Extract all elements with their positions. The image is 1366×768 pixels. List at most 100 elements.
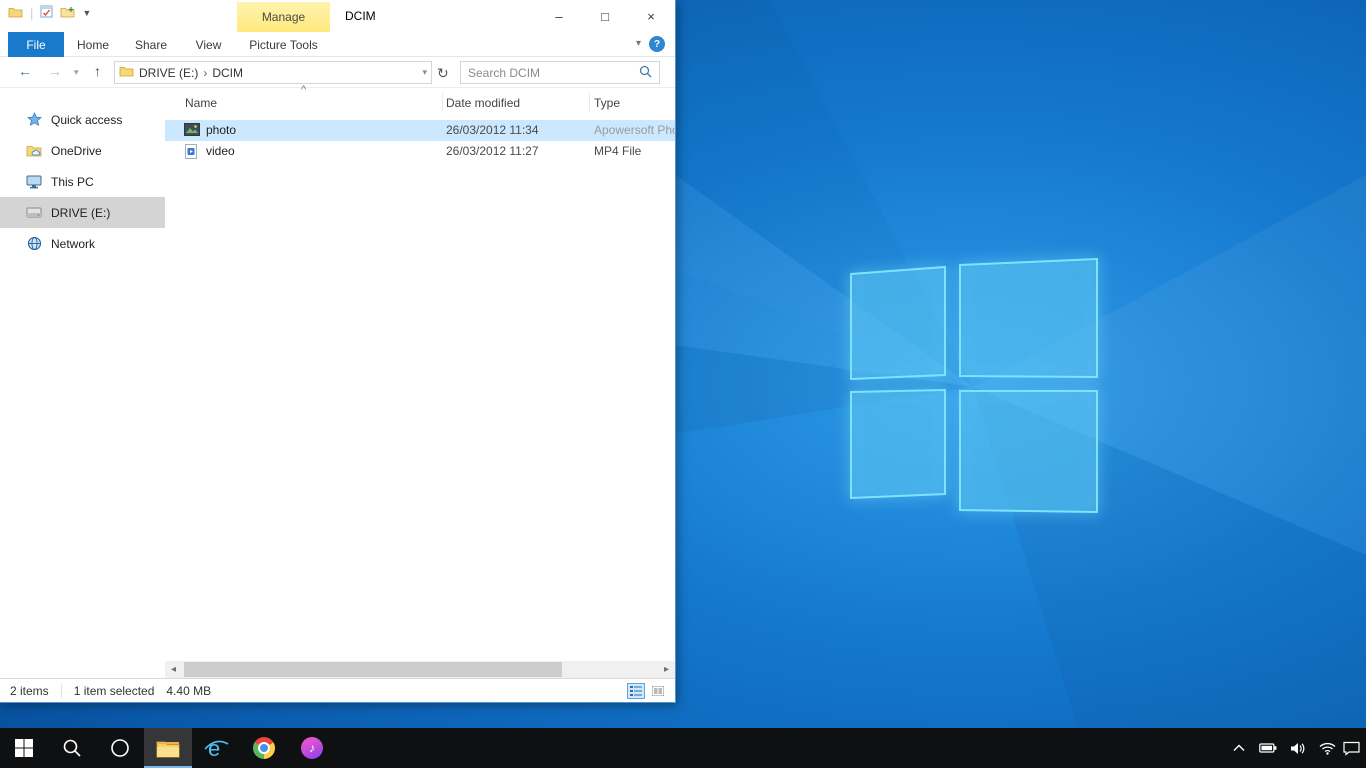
folder-icon[interactable] bbox=[8, 6, 23, 21]
taskbar-chrome-button[interactable] bbox=[240, 728, 288, 768]
network-icon bbox=[26, 236, 42, 252]
search-box[interactable] bbox=[460, 61, 660, 84]
tab-picture-tools[interactable]: Picture Tools bbox=[237, 32, 330, 57]
star-icon bbox=[26, 112, 42, 128]
window-title: DCIM bbox=[345, 9, 376, 23]
action-center-button[interactable] bbox=[1336, 728, 1366, 768]
taskbar-search-button[interactable] bbox=[48, 728, 96, 768]
tab-home[interactable]: Home bbox=[64, 32, 122, 57]
status-selected-count: 1 item selected bbox=[74, 684, 155, 698]
network-wifi-icon[interactable] bbox=[1319, 742, 1336, 755]
chrome-icon bbox=[253, 737, 275, 759]
status-item-count: 2 items bbox=[10, 684, 49, 698]
battery-icon[interactable] bbox=[1259, 743, 1277, 753]
file-explorer-window: | ▼ Manage DCIM – □ × File Home Share bbox=[0, 0, 675, 702]
file-explorer-icon bbox=[156, 739, 180, 758]
status-divider bbox=[61, 684, 62, 698]
scroll-right-icon[interactable]: ▸ bbox=[658, 664, 675, 675]
refresh-icon[interactable]: ↻ bbox=[437, 65, 449, 82]
sidebar-item-drive-e[interactable]: DRIVE (E:) bbox=[0, 197, 165, 228]
sidebar-item-this-pc[interactable]: This PC bbox=[0, 166, 165, 197]
column-headers: ^ Name Date modified Type bbox=[165, 88, 675, 116]
sidebar-item-network[interactable]: Network bbox=[0, 228, 165, 259]
recent-locations-chevron-icon[interactable]: ▾ bbox=[74, 67, 79, 78]
scrollbar-thumb[interactable] bbox=[184, 662, 562, 677]
file-row-photo[interactable]: photo 26/03/2012 11:34 Apowersoft Pho bbox=[165, 120, 675, 141]
video-file-icon bbox=[184, 144, 198, 162]
search-input[interactable] bbox=[461, 66, 639, 80]
details-view-button[interactable] bbox=[627, 683, 645, 699]
titlebar[interactable]: | ▼ Manage DCIM – □ × bbox=[0, 0, 675, 32]
taskbar-itunes-button[interactable]: ♪ bbox=[288, 728, 336, 768]
cortana-button[interactable] bbox=[96, 728, 144, 768]
sidebar-item-label: DRIVE (E:) bbox=[51, 206, 110, 220]
column-divider[interactable] bbox=[589, 93, 590, 111]
breadcrumb-dcim[interactable]: DCIM bbox=[212, 66, 243, 80]
column-header-type[interactable]: Type bbox=[594, 96, 620, 110]
maximize-button[interactable]: □ bbox=[582, 1, 628, 31]
tray-chevron-up-icon[interactable] bbox=[1232, 743, 1246, 753]
taskbar-internet-explorer-button[interactable]: e bbox=[192, 728, 240, 768]
volume-icon[interactable] bbox=[1290, 742, 1306, 755]
forward-button[interactable]: → bbox=[48, 63, 62, 79]
help-icon[interactable]: ? bbox=[649, 36, 665, 52]
ribbon-contextual-tab-manage[interactable]: Manage bbox=[237, 2, 330, 32]
taskbar-file-explorer-button[interactable] bbox=[144, 728, 192, 768]
scrollbar-track[interactable] bbox=[182, 661, 658, 678]
large-icons-view-button[interactable] bbox=[649, 683, 667, 699]
tab-share[interactable]: Share bbox=[122, 32, 180, 57]
close-button[interactable]: × bbox=[628, 1, 674, 31]
sort-ascending-icon: ^ bbox=[301, 84, 306, 96]
file-type: Apowersoft Pho bbox=[594, 123, 675, 137]
system-tray bbox=[1232, 728, 1336, 768]
view-toggle-buttons bbox=[627, 683, 667, 699]
sidebar-item-onedrive[interactable]: OneDrive bbox=[0, 135, 165, 166]
sidebar-item-quick-access[interactable]: Quick access bbox=[0, 104, 165, 135]
address-folder-icon bbox=[119, 65, 134, 80]
search-icon bbox=[62, 738, 82, 758]
start-button[interactable] bbox=[0, 728, 48, 768]
quick-access-toolbar: | ▼ bbox=[8, 5, 91, 21]
internet-explorer-icon: e bbox=[203, 735, 229, 761]
scroll-left-icon[interactable]: ◂ bbox=[165, 664, 182, 675]
file-rows: photo 26/03/2012 11:34 Apowersoft Pho vi… bbox=[165, 120, 675, 162]
file-list-pane: ^ Name Date modified Type photo 26/03/20… bbox=[165, 88, 675, 678]
desktop: | ▼ Manage DCIM – □ × File Home Share bbox=[0, 0, 1366, 768]
search-icon[interactable] bbox=[639, 65, 652, 81]
horizontal-scrollbar[interactable]: ◂ ▸ bbox=[165, 661, 675, 678]
sidebar-item-label: This PC bbox=[51, 175, 94, 189]
back-button[interactable]: ← bbox=[18, 63, 32, 79]
address-dropdown-chevron-icon[interactable]: ▾ bbox=[422, 67, 427, 78]
file-name[interactable]: photo bbox=[206, 123, 236, 137]
file-date-modified: 26/03/2012 11:34 bbox=[446, 123, 539, 137]
breadcrumb-drive[interactable]: DRIVE (E:) bbox=[139, 66, 198, 80]
drive-icon bbox=[26, 205, 42, 221]
file-row-video[interactable]: video 26/03/2012 11:27 MP4 File bbox=[165, 141, 675, 162]
file-date-modified: 26/03/2012 11:27 bbox=[446, 144, 539, 158]
column-header-name[interactable]: Name bbox=[185, 96, 217, 110]
windows-start-icon bbox=[14, 738, 34, 758]
tab-view[interactable]: View bbox=[180, 32, 237, 57]
qat-separator: | bbox=[30, 6, 33, 21]
onedrive-folder-icon bbox=[26, 143, 42, 159]
new-folder-icon[interactable] bbox=[60, 6, 75, 21]
minimize-button[interactable]: – bbox=[536, 1, 582, 31]
computer-icon bbox=[26, 174, 42, 190]
status-selected-size: 4.40 MB bbox=[166, 684, 211, 698]
tab-file[interactable]: File bbox=[8, 32, 64, 57]
properties-icon[interactable] bbox=[40, 5, 53, 21]
navigation-pane: Quick access OneDrive This PC bbox=[0, 88, 165, 661]
column-divider[interactable] bbox=[442, 93, 443, 111]
expand-ribbon-chevron-icon[interactable]: ▾ bbox=[636, 38, 641, 49]
sidebar-item-label: Quick access bbox=[51, 113, 122, 127]
sidebar-item-label: OneDrive bbox=[51, 144, 102, 158]
action-center-icon bbox=[1343, 741, 1360, 756]
customize-qat-chevron-icon[interactable]: ▼ bbox=[82, 8, 91, 18]
file-name[interactable]: video bbox=[206, 144, 235, 158]
taskbar: e ♪ bbox=[0, 728, 1366, 768]
column-header-date-modified[interactable]: Date modified bbox=[446, 96, 520, 110]
address-bar[interactable]: DRIVE (E:) › DCIM ▾ bbox=[114, 61, 432, 84]
file-type: MP4 File bbox=[594, 144, 641, 158]
up-button[interactable]: ↑ bbox=[94, 63, 101, 79]
cortana-icon bbox=[109, 737, 131, 759]
